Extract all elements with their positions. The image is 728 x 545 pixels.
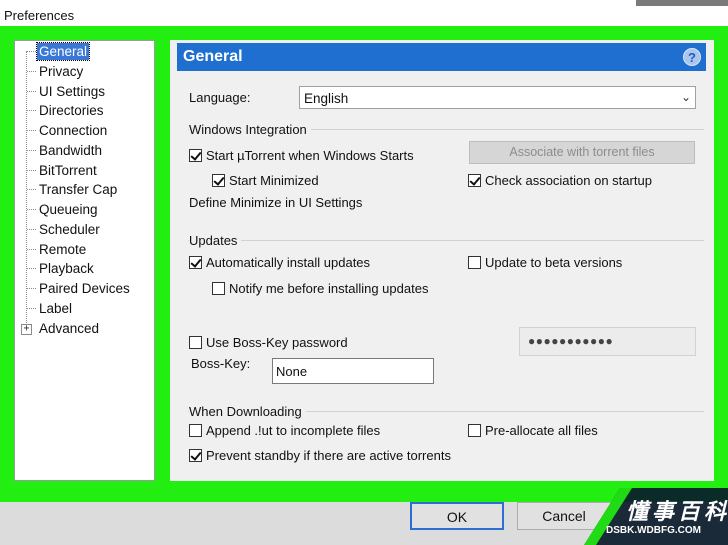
window-title: Preferences: [4, 8, 75, 23]
chevron-down-icon: ⌄: [680, 90, 691, 104]
boss-key-value: None: [276, 364, 308, 379]
start-minimized-checkbox[interactable]: [212, 174, 225, 187]
watermark-logo: 懂事百科 DSBK.WDBFG.COM: [584, 488, 728, 545]
preallocate-label: Pre-allocate all files: [485, 423, 598, 438]
sidebar-item-privacy[interactable]: Privacy: [37, 63, 85, 80]
sidebar-item-label[interactable]: Label: [37, 300, 74, 317]
start-with-windows-label: Start µTorrent when Windows Starts: [206, 148, 414, 163]
sidebar-item-playback[interactable]: Playback: [37, 260, 96, 277]
notify-before-install-label: Notify me before installing updates: [229, 281, 429, 296]
panel-header: General ?: [177, 43, 706, 71]
sidebar-item-advanced[interactable]: Advanced: [37, 320, 101, 337]
append-ut-checkbox[interactable]: [189, 424, 202, 437]
tree-line: [27, 249, 36, 250]
language-label: Language:: [189, 90, 251, 105]
associate-torrent-files-button[interactable]: Associate with torrent files: [469, 141, 695, 164]
tree-line: [27, 189, 36, 190]
tree-line: [27, 91, 36, 92]
tree-line: [27, 209, 36, 210]
preallocate-checkbox[interactable]: [468, 424, 481, 437]
password-dots: ●●●●●●●●●●●: [528, 334, 614, 348]
beta-versions-checkbox[interactable]: [468, 256, 481, 269]
boss-key-label: Boss-Key:: [191, 356, 251, 371]
beta-versions-label: Update to beta versions: [485, 255, 623, 270]
help-icon[interactable]: ?: [683, 48, 701, 66]
tree-line: [27, 170, 36, 171]
sidebar-item-bittorrent[interactable]: BitTorrent: [37, 162, 99, 179]
watermark-url: DSBK.WDBFG.COM: [606, 525, 701, 536]
updates-divider: [188, 240, 704, 241]
title-bar: Preferences: [0, 0, 728, 28]
updates-title: Updates: [189, 233, 242, 248]
sidebar-item-paired-devices[interactable]: Paired Devices: [37, 280, 132, 297]
boss-key-password-label: Use Boss-Key password: [206, 335, 348, 350]
when-downloading-title: When Downloading: [189, 404, 306, 419]
tree-line: [27, 150, 36, 151]
tree-line: [27, 288, 36, 289]
check-association-label: Check association on startup: [485, 173, 652, 188]
tree-line: [27, 130, 36, 131]
prevent-standby-checkbox[interactable]: [189, 449, 202, 462]
tree-line: [27, 268, 36, 269]
language-select[interactable]: English ⌄: [299, 86, 696, 109]
boss-key-input[interactable]: None: [272, 358, 434, 384]
prevent-standby-label: Prevent standby if there are active torr…: [206, 448, 451, 463]
start-with-windows-checkbox[interactable]: [189, 149, 202, 162]
boss-key-password-checkbox[interactable]: [189, 336, 202, 349]
tree-line: [27, 110, 36, 111]
append-ut-label: Append .!ut to incomplete files: [206, 423, 381, 438]
auto-install-updates-label: Automatically install updates: [206, 255, 371, 270]
define-minimize-text: Define Minimize in UI Settings: [189, 195, 363, 210]
ok-button[interactable]: OK: [410, 502, 504, 530]
sidebar-item-scheduler[interactable]: Scheduler: [37, 221, 102, 238]
notify-before-install-checkbox[interactable]: [212, 282, 225, 295]
language-value: English: [304, 91, 349, 106]
tree-line: [27, 229, 36, 230]
sidebar-item-general[interactable]: General: [35, 42, 91, 61]
watermark-text: 懂事百科: [626, 499, 728, 524]
close-button[interactable]: [634, 0, 728, 6]
check-association-checkbox[interactable]: [468, 174, 481, 187]
auto-install-updates-checkbox[interactable]: [189, 256, 202, 269]
sidebar-item-transfer-cap[interactable]: Transfer Cap: [37, 181, 119, 198]
tree-line: [27, 308, 36, 309]
tree-line: [27, 51, 36, 52]
tree-line: [27, 71, 36, 72]
sidebar-item-ui-settings[interactable]: UI Settings: [37, 83, 107, 100]
windows-integration-title: Windows Integration: [189, 122, 311, 137]
expand-plus-icon[interactable]: +: [21, 324, 32, 335]
start-minimized-label: Start Minimized: [229, 173, 319, 188]
sidebar-item-bandwidth[interactable]: Bandwidth: [37, 142, 104, 159]
sidebar-item-remote[interactable]: Remote: [37, 241, 88, 258]
boss-key-password-field[interactable]: ●●●●●●●●●●●: [519, 327, 696, 356]
preferences-tree: General Privacy UI Settings Directories …: [14, 40, 155, 481]
panel-title: General: [183, 48, 243, 65]
sidebar-item-connection[interactable]: Connection: [37, 122, 109, 139]
sidebar-item-queueing[interactable]: Queueing: [37, 201, 100, 218]
general-panel: General ? Language: English ⌄ Windows In…: [170, 40, 714, 481]
sidebar-item-directories[interactable]: Directories: [37, 102, 106, 119]
